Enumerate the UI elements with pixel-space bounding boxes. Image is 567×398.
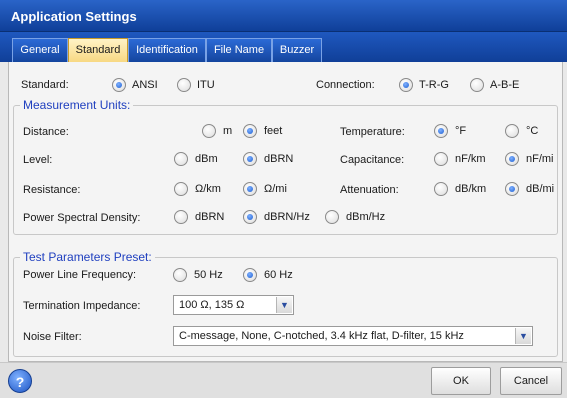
termination-value: 100 Ω, 135 Ω xyxy=(179,299,245,311)
distance-feet-radio[interactable] xyxy=(243,124,257,138)
chevron-down-icon: ▼ xyxy=(515,328,531,344)
standard-ansi-radio[interactable] xyxy=(112,78,126,92)
distance-feet-label: feet xyxy=(264,125,283,137)
connection-abe-label: A-B-E xyxy=(490,79,520,91)
psd-dbrnhz-label: dBRN/Hz xyxy=(264,211,310,223)
window-title: Application Settings xyxy=(0,0,567,32)
standard-itu-radio[interactable] xyxy=(177,78,191,92)
power-line-60hz-label: 60 Hz xyxy=(264,269,293,281)
button-bar: ? OK Cancel xyxy=(0,362,567,398)
temperature-c-radio[interactable] xyxy=(505,124,519,138)
capacitance-nfkm-label: nF/km xyxy=(455,153,486,165)
tab-bar: General Standard Identification File Nam… xyxy=(0,32,567,63)
tab-general[interactable]: General xyxy=(12,38,68,62)
distance-label: Distance: xyxy=(23,126,69,138)
power-line-60hz-radio[interactable] xyxy=(243,268,257,282)
chevron-down-icon: ▼ xyxy=(276,297,292,313)
standard-itu-label: ITU xyxy=(197,79,215,91)
level-dbm-label: dBm xyxy=(195,153,218,165)
tab-buzzer[interactable]: Buzzer xyxy=(272,38,322,62)
tab-file-name[interactable]: File Name xyxy=(206,38,272,62)
capacitance-nfmi-label: nF/mi xyxy=(526,153,554,165)
temperature-f-label: °F xyxy=(455,125,467,137)
tab-standard[interactable]: Standard xyxy=(68,38,128,63)
resistance-ohmkm-radio[interactable] xyxy=(174,182,188,196)
level-dbrn-radio[interactable] xyxy=(243,152,257,166)
connection-label: Connection: xyxy=(316,79,375,91)
power-line-50hz-radio[interactable] xyxy=(173,268,187,282)
distance-m-label: m xyxy=(223,125,233,137)
help-icon[interactable]: ? xyxy=(8,369,32,393)
psd-dbrn-label: dBRN xyxy=(195,211,225,223)
power-line-50hz-label: 50 Hz xyxy=(194,269,223,281)
psd-label: Power Spectral Density: xyxy=(23,212,141,224)
termination-label: Termination Impedance: xyxy=(23,300,141,312)
resistance-ohmmi-radio[interactable] xyxy=(243,182,257,196)
test-parameters-title: Test Parameters Preset: xyxy=(20,250,155,264)
connection-trg-radio[interactable] xyxy=(399,78,413,92)
attenuation-dbkm-radio[interactable] xyxy=(434,182,448,196)
resistance-ohmmi-label: Ω/mi xyxy=(264,183,287,195)
attenuation-label: Attenuation: xyxy=(340,184,399,196)
level-label: Level: xyxy=(23,154,53,166)
psd-dbrnhz-radio[interactable] xyxy=(243,210,257,224)
tab-identification[interactable]: Identification xyxy=(128,38,206,62)
resistance-ohmkm-label: Ω/km xyxy=(195,183,221,195)
capacitance-nfkm-radio[interactable] xyxy=(434,152,448,166)
resistance-label: Resistance: xyxy=(23,184,81,196)
cancel-button[interactable]: Cancel xyxy=(500,367,562,395)
connection-abe-radio[interactable] xyxy=(470,78,484,92)
noise-filter-select[interactable]: C-message, None, C-notched, 3.4 kHz flat… xyxy=(173,326,533,346)
capacitance-nfmi-radio[interactable] xyxy=(505,152,519,166)
temperature-label: Temperature: xyxy=(340,126,405,138)
attenuation-dbkm-label: dB/km xyxy=(455,183,487,195)
psd-dbrn-radio[interactable] xyxy=(174,210,188,224)
psd-dbmhz-label: dBm/Hz xyxy=(346,211,386,223)
capacitance-label: Capacitance: xyxy=(340,154,405,166)
noise-filter-value: C-message, None, C-notched, 3.4 kHz flat… xyxy=(179,330,464,342)
standard-ansi-label: ANSI xyxy=(132,79,158,91)
temperature-c-label: °C xyxy=(526,125,539,137)
standard-label: Standard: xyxy=(21,79,69,91)
level-dbm-radio[interactable] xyxy=(174,152,188,166)
termination-select[interactable]: 100 Ω, 135 Ω ▼ xyxy=(173,295,294,315)
psd-dbmhz-radio[interactable] xyxy=(325,210,339,224)
temperature-f-radio[interactable] xyxy=(434,124,448,138)
attenuation-dbmi-radio[interactable] xyxy=(505,182,519,196)
attenuation-dbmi-label: dB/mi xyxy=(526,183,555,195)
noise-filter-label: Noise Filter: xyxy=(23,331,82,343)
level-dbrn-label: dBRN xyxy=(264,153,294,165)
connection-trg-label: T-R-G xyxy=(419,79,449,91)
power-line-label: Power Line Frequency: xyxy=(23,269,137,281)
distance-m-radio[interactable] xyxy=(202,124,216,138)
ok-button[interactable]: OK xyxy=(431,367,491,395)
settings-panel: Standard: ANSI ITU Connection: T-R-G A-B… xyxy=(8,62,563,362)
measurement-units-title: Measurement Units: xyxy=(20,98,134,112)
